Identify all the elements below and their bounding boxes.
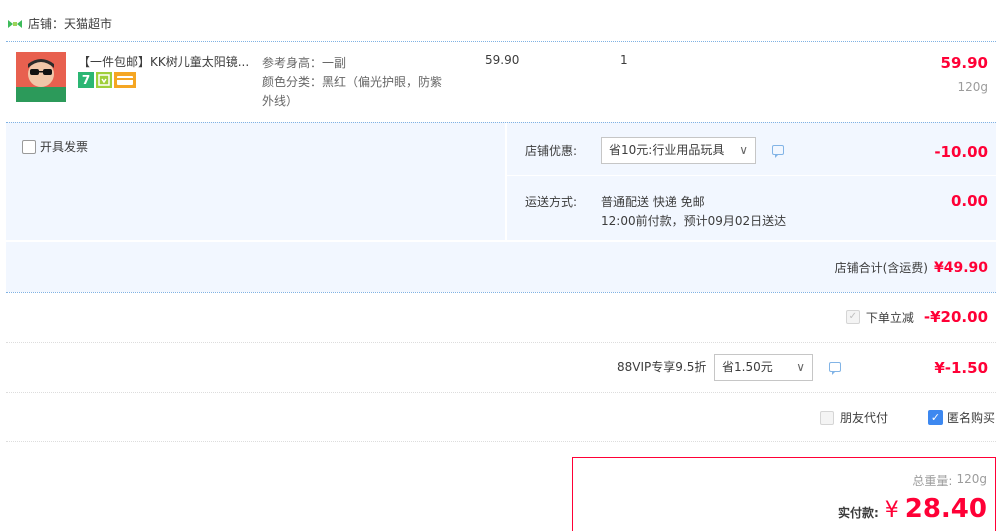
pay-total-label: 实付款: <box>837 506 879 520</box>
chat-icon[interactable] <box>829 362 841 375</box>
instant-discount-checkbox: ✓ <box>845 310 860 324</box>
item-subtotal: 59.90 <box>940 54 988 72</box>
panel-divider-total <box>6 240 996 242</box>
pay-total-row: 实付款: ¥ 28.40 <box>838 494 987 524</box>
total-weight-row: 总重量: 120g <box>912 472 987 489</box>
pay-total-amount: 28.40 <box>904 494 987 524</box>
shipping-eta: 12:00前付款，预计09月02日送达 <box>601 214 787 228</box>
shipping-label: 运送方式: <box>525 195 578 209</box>
chevron-down-icon: ∨ <box>739 143 748 157</box>
friend-pay-checkbox[interactable] <box>820 410 834 425</box>
panel-divider-vertical <box>505 123 507 240</box>
chat-icon[interactable] <box>772 145 784 158</box>
item-weight: 120g <box>957 80 988 94</box>
invoice-checkbox[interactable] <box>22 139 36 154</box>
pay-total-currency: ¥ <box>884 498 899 523</box>
divider <box>6 342 996 343</box>
spec-height: 参考身高：一副 <box>262 56 347 70</box>
divider <box>6 441 996 442</box>
product-badges: 7 <box>78 72 136 88</box>
invoice-label: 开具发票 <box>40 140 89 154</box>
shop-discount-label: 店铺优惠: <box>525 144 578 158</box>
instant-discount-label: 下单立减 <box>865 310 914 325</box>
instant-discount-row: ✓ 下单立减 -¥20.00 <box>845 308 988 326</box>
invoice-option[interactable]: 开具发票 <box>22 138 88 155</box>
total-weight-value: 120g <box>956 472 987 486</box>
unit-price: 59.90 <box>485 53 520 67</box>
divider <box>6 292 996 293</box>
divider <box>6 392 996 393</box>
anonymous-label: 匿名购买 <box>947 411 996 425</box>
chevron-down-icon: ∨ <box>796 360 805 374</box>
product-title-link[interactable]: 【一件包邮】KK树儿童太阳镜... <box>78 53 249 70</box>
total-weight-label: 总重量: <box>912 474 953 488</box>
vip-discount-selected: 省1.50元 <box>722 360 773 374</box>
friend-pay-option[interactable]: 朋友代付 <box>820 409 888 426</box>
shop-discount-selected: 省10元:行业用品玩具 <box>609 143 725 157</box>
seven-day-return-icon: 7 <box>78 72 94 88</box>
spec-color: 颜色分类：黑红（偏光护眼，防紫外线） <box>262 75 443 108</box>
shop-total-row: 店铺合计(含运费) ¥49.90 <box>835 259 988 276</box>
shop-discount-select[interactable]: 省10元:行业用品玩具 ∨ <box>601 137 756 164</box>
shipping-method: 普通配送 快递 免邮 <box>601 195 705 209</box>
shop-discount-amount: -10.00 <box>934 143 988 161</box>
panel-divider-horizontal <box>507 175 996 176</box>
gold-badge-icon <box>96 72 112 88</box>
product-thumbnail[interactable] <box>16 52 66 102</box>
anonymous-checkbox[interactable]: ✓ <box>928 410 943 425</box>
vip-discount-amount: ¥-1.50 <box>934 359 988 377</box>
tmall-icon <box>8 18 22 28</box>
anonymous-option[interactable]: ✓ 匿名购买 <box>928 409 995 426</box>
divider <box>6 41 996 42</box>
shipping-amount: 0.00 <box>950 192 988 210</box>
quantity: 1 <box>620 53 628 67</box>
vip-label: 88VIP专享9.5折 <box>617 360 707 374</box>
shop-name-link[interactable]: 店铺：天猫超市 <box>28 15 112 32</box>
friend-pay-label: 朋友代付 <box>840 411 889 425</box>
instant-discount-amount: -¥20.00 <box>923 308 988 326</box>
shop-header: 店铺：天猫超市 <box>8 15 112 31</box>
vip-discount-select[interactable]: 省1.50元 ∨ <box>714 354 813 381</box>
shop-total-label: 店铺合计(含运费) <box>834 261 928 275</box>
shop-total-amount: ¥49.90 <box>933 259 988 276</box>
card-pay-icon <box>114 72 136 88</box>
payment-summary-box: 总重量: 120g 实付款: ¥ 28.40 <box>572 457 996 531</box>
